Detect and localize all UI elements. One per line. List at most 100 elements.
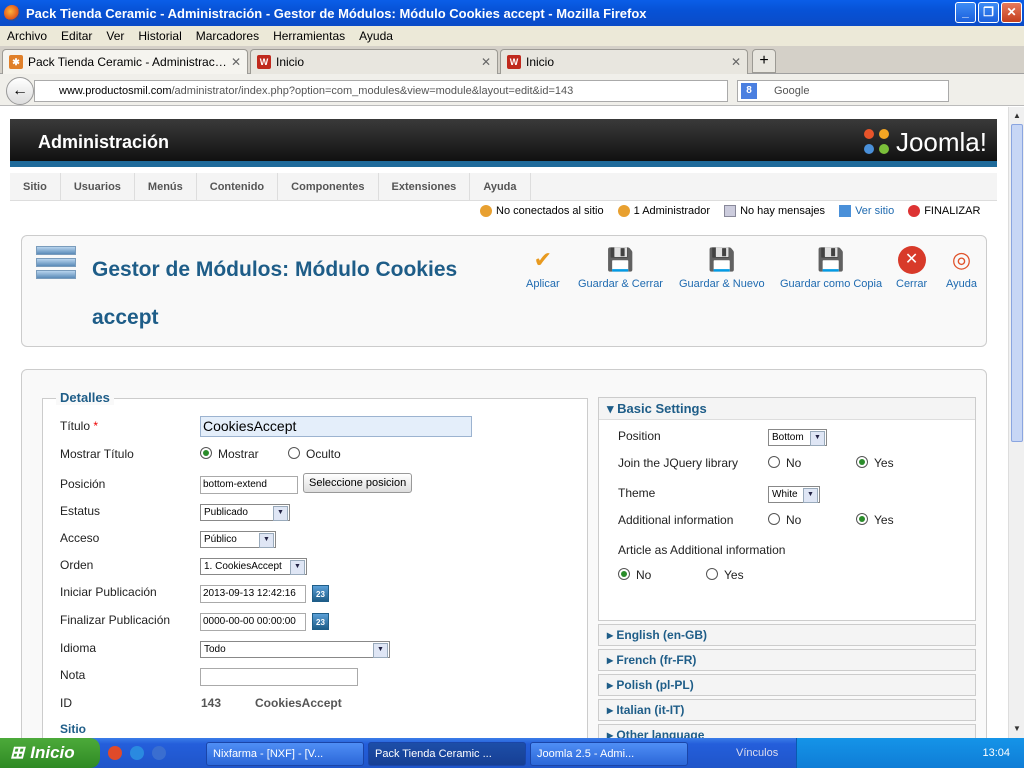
menu-archivo[interactable]: Archivo	[0, 29, 54, 43]
accordion-english[interactable]: ▸ English (en-GB)	[598, 624, 976, 646]
monitor-icon	[839, 205, 852, 218]
status-select[interactable]: Publicado	[200, 504, 290, 521]
start-button[interactable]: ⊞ Inicio	[0, 738, 100, 768]
addinfo-yes-radio[interactable]	[856, 513, 868, 525]
note-label: Nota	[60, 668, 86, 682]
menu-componentes[interactable]: Componentes	[278, 173, 379, 200]
calendar-icon[interactable]: 23	[312, 585, 329, 602]
menu-editar[interactable]: Editar	[54, 29, 99, 43]
accordion-other[interactable]: ▸ Other language	[598, 724, 976, 738]
scroll-up-icon[interactable]: ▲	[1011, 109, 1023, 123]
jquery-yes-label: Yes	[874, 456, 894, 470]
menu-ayuda[interactable]: Ayuda	[352, 29, 400, 43]
jquery-no-label: No	[786, 456, 802, 470]
article-no-radio[interactable]	[618, 568, 630, 580]
addinfo-no-label: No	[786, 513, 802, 527]
save-new-button[interactable]: 💾 Guardar & Nuevo	[679, 246, 765, 290]
close-tab-icon[interactable]: ✕	[731, 55, 741, 69]
menu-ver[interactable]: Ver	[99, 29, 131, 43]
article-no-label: No	[636, 568, 652, 582]
jquery-yes-radio[interactable]	[856, 456, 868, 468]
additional-info-label: Additional information	[618, 513, 734, 527]
quicklaunch-icon[interactable]	[152, 746, 166, 760]
theme-select[interactable]: White	[768, 486, 820, 503]
save-copy-button[interactable]: 💾 Guardar como Copia	[780, 246, 882, 290]
note-field[interactable]	[200, 668, 358, 686]
title-field[interactable]: CookiesAccept	[200, 416, 472, 437]
id-label: ID	[60, 696, 72, 710]
article-yes-radio[interactable]	[706, 568, 718, 580]
search-input[interactable]: Google	[737, 80, 949, 102]
admin-header-title: Administración	[38, 132, 170, 152]
links-toolbar[interactable]: Vínculos	[736, 738, 778, 768]
logout-link[interactable]: FINALIZAR	[908, 205, 980, 218]
save-new-icon: 💾	[708, 247, 736, 272]
tab-admin[interactable]: ✱ Pack Tienda Ceramic - Administración -…	[2, 49, 248, 74]
site-favicon-icon: W	[507, 55, 521, 69]
menu-bar: Archivo Editar Ver Historial Marcadores …	[0, 26, 1024, 46]
save-copy-icon: 💾	[817, 247, 845, 272]
accordion-french[interactable]: ▸ French (fr-FR)	[598, 649, 976, 671]
system-tray: 13:04	[796, 738, 1024, 768]
maximize-button[interactable]: ❐	[978, 2, 999, 23]
tab-inicio-1[interactable]: W Inicio ✕	[250, 49, 498, 74]
access-select[interactable]: Público	[200, 531, 276, 548]
url-bar[interactable]: www.productosmil.com/administrator/index…	[34, 80, 728, 102]
minimize-button[interactable]: _	[955, 2, 976, 23]
accordion-italian[interactable]: ▸ Italian (it-IT)	[598, 699, 976, 721]
task-ie-joomla[interactable]: Joomla 2.5 - Admi...	[530, 742, 688, 766]
show-title-label: Mostrar Título	[60, 447, 134, 461]
order-select[interactable]: 1. CookiesAccept	[200, 558, 307, 575]
show-title-radio-off[interactable]	[288, 447, 300, 459]
menu-historial[interactable]: Historial	[131, 29, 188, 43]
addinfo-no-radio[interactable]	[768, 513, 780, 525]
details-legend: Detalles	[56, 390, 114, 405]
menu-sitio[interactable]: Sitio	[10, 173, 61, 200]
menu-contenido[interactable]: Contenido	[197, 173, 279, 200]
publish-start-field[interactable]: 2013-09-13 12:42:16	[200, 585, 306, 603]
jquery-label: Join the JQuery library	[618, 456, 739, 470]
menu-extensiones[interactable]: Extensiones	[379, 173, 471, 200]
publish-end-field[interactable]: 0000-00-00 00:00:00	[200, 613, 306, 631]
language-select[interactable]: Todo	[200, 641, 390, 658]
chrome-icon[interactable]	[108, 746, 122, 760]
menu-herramientas[interactable]: Herramientas	[266, 29, 352, 43]
google-engine-icon[interactable]: 8	[741, 83, 757, 99]
menu-menus[interactable]: Menús	[135, 173, 197, 200]
menu-usuarios[interactable]: Usuarios	[61, 173, 135, 200]
jquery-no-radio[interactable]	[768, 456, 780, 468]
show-title-off-label: Oculto	[306, 447, 341, 461]
menu-ayuda-joomla[interactable]: Ayuda	[470, 173, 531, 200]
save-close-button[interactable]: 💾 Guardar & Cerrar	[578, 246, 663, 290]
ie-icon[interactable]	[130, 746, 144, 760]
new-tab-button[interactable]: +	[752, 49, 776, 73]
menu-marcadores[interactable]: Marcadores	[189, 29, 266, 43]
basic-settings-header[interactable]: ▾ Basic Settings	[599, 398, 975, 420]
vertical-scrollbar[interactable]: ▲ ▼	[1008, 107, 1024, 738]
show-title-radio-on[interactable]	[200, 447, 212, 459]
windows-logo-icon: ⊞	[10, 743, 25, 762]
status-messages[interactable]: No hay mensajes	[724, 205, 825, 218]
access-label: Acceso	[60, 531, 100, 545]
window-title: Pack Tienda Ceramic - Administración - G…	[26, 5, 647, 21]
scroll-thumb[interactable]	[1011, 124, 1023, 442]
position-field[interactable]: bottom-extend	[200, 476, 298, 494]
view-site-link[interactable]: Ver sitio	[839, 205, 894, 218]
scroll-down-icon[interactable]: ▼	[1011, 722, 1023, 736]
help-button[interactable]: ◎ Ayuda	[946, 246, 977, 290]
back-button[interactable]: ←	[6, 77, 34, 105]
users-icon	[480, 205, 492, 218]
basic-position-select[interactable]: Bottom	[768, 429, 827, 446]
apply-button[interactable]: ✔ Aplicar	[526, 246, 560, 290]
task-firefox[interactable]: Pack Tienda Ceramic ...	[368, 742, 526, 766]
tab-inicio-2[interactable]: W Inicio ✕	[500, 49, 748, 74]
task-nixfarma[interactable]: Nixfarma - [NXF] - [V...	[206, 742, 364, 766]
close-button[interactable]: ✕ Cerrar	[896, 246, 927, 290]
module-manager-icon	[36, 246, 76, 286]
select-position-button[interactable]: Seleccione posicion	[303, 473, 413, 493]
accordion-polish[interactable]: ▸ Polish (pl-PL)	[598, 674, 976, 696]
calendar-icon[interactable]: 23	[312, 613, 329, 630]
close-window-button[interactable]: ✕	[1001, 2, 1022, 23]
close-tab-icon[interactable]: ✕	[481, 55, 491, 69]
close-tab-icon[interactable]: ✕	[231, 55, 241, 69]
